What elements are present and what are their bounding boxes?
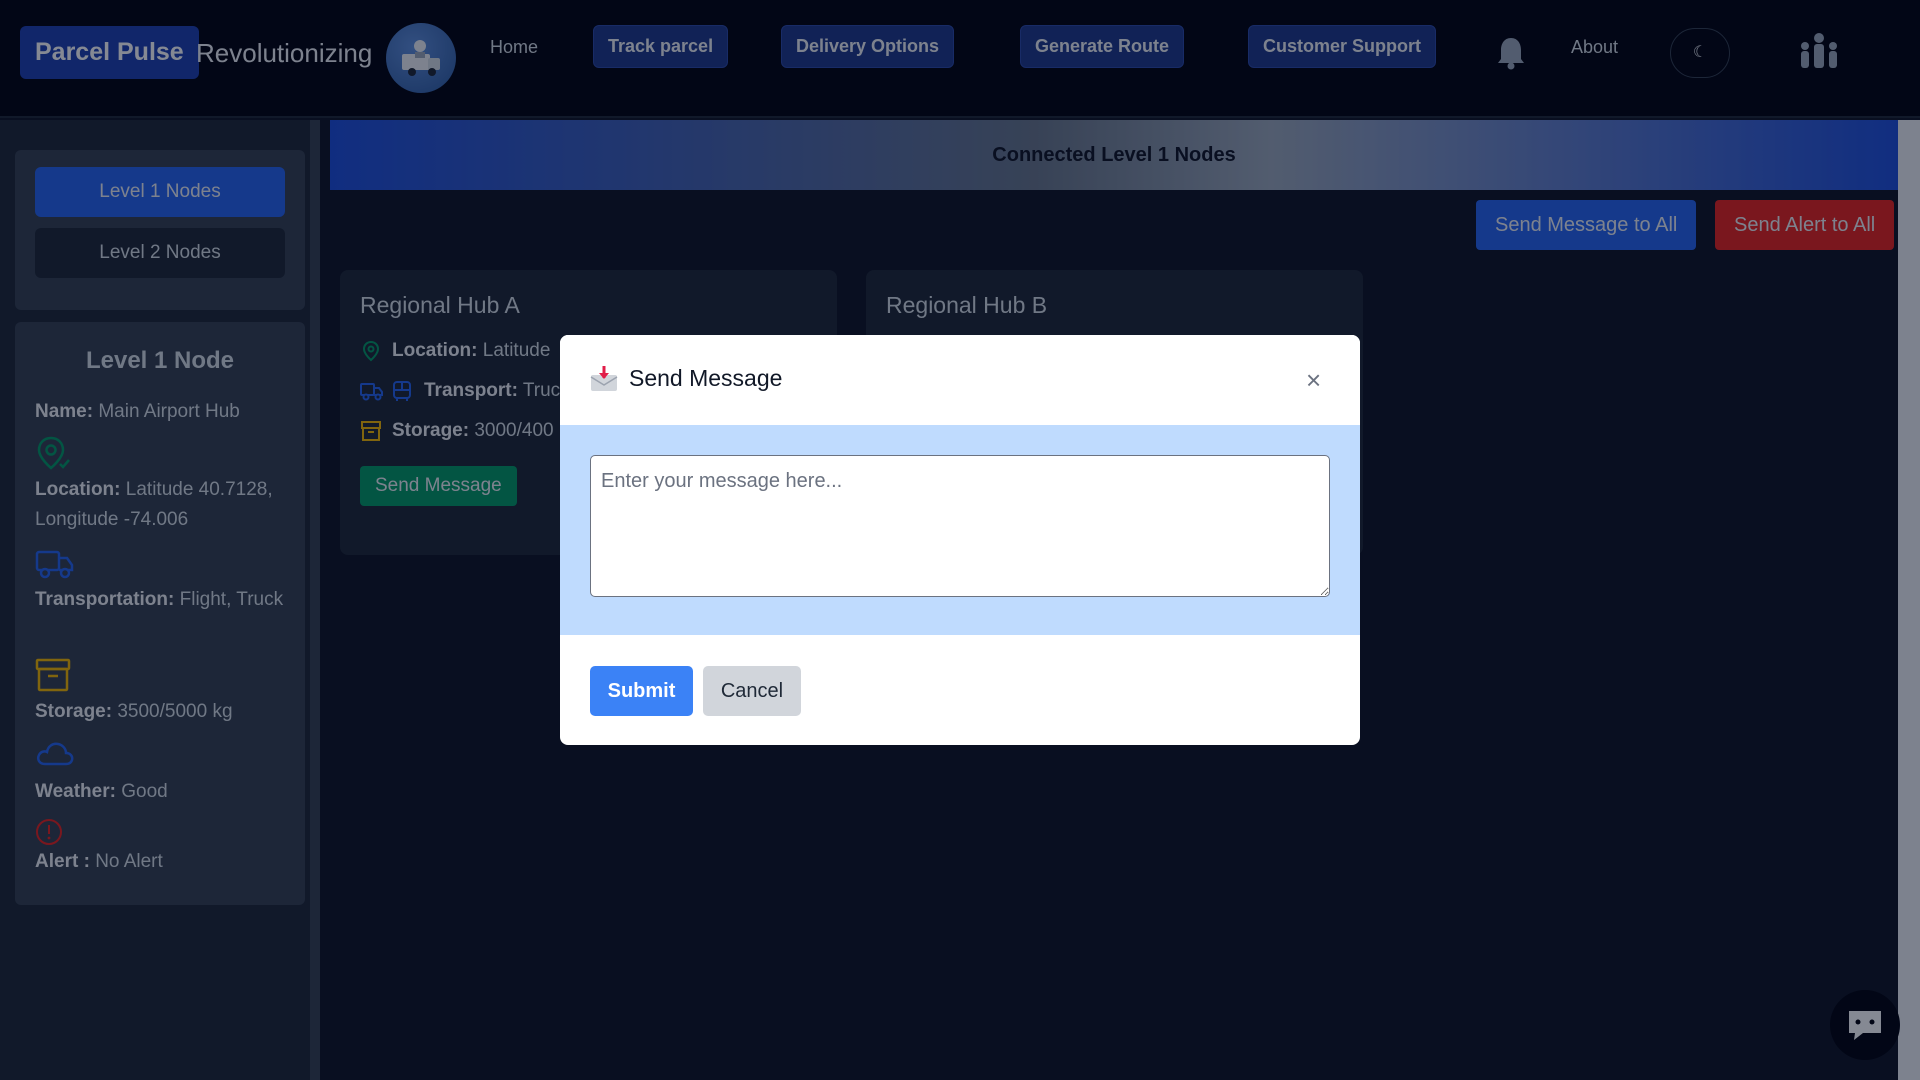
mail-inbox-icon: [589, 365, 619, 398]
submit-button[interactable]: Submit: [590, 666, 693, 716]
modal-body: [560, 425, 1360, 635]
close-icon[interactable]: ×: [1306, 367, 1321, 393]
modal-header: Send Message ×: [560, 335, 1360, 425]
message-textarea[interactable]: [590, 455, 1330, 597]
cancel-button[interactable]: Cancel: [703, 666, 801, 716]
modal-title: Send Message: [629, 365, 783, 391]
send-message-modal: Send Message × Submit Cancel: [560, 335, 1360, 745]
